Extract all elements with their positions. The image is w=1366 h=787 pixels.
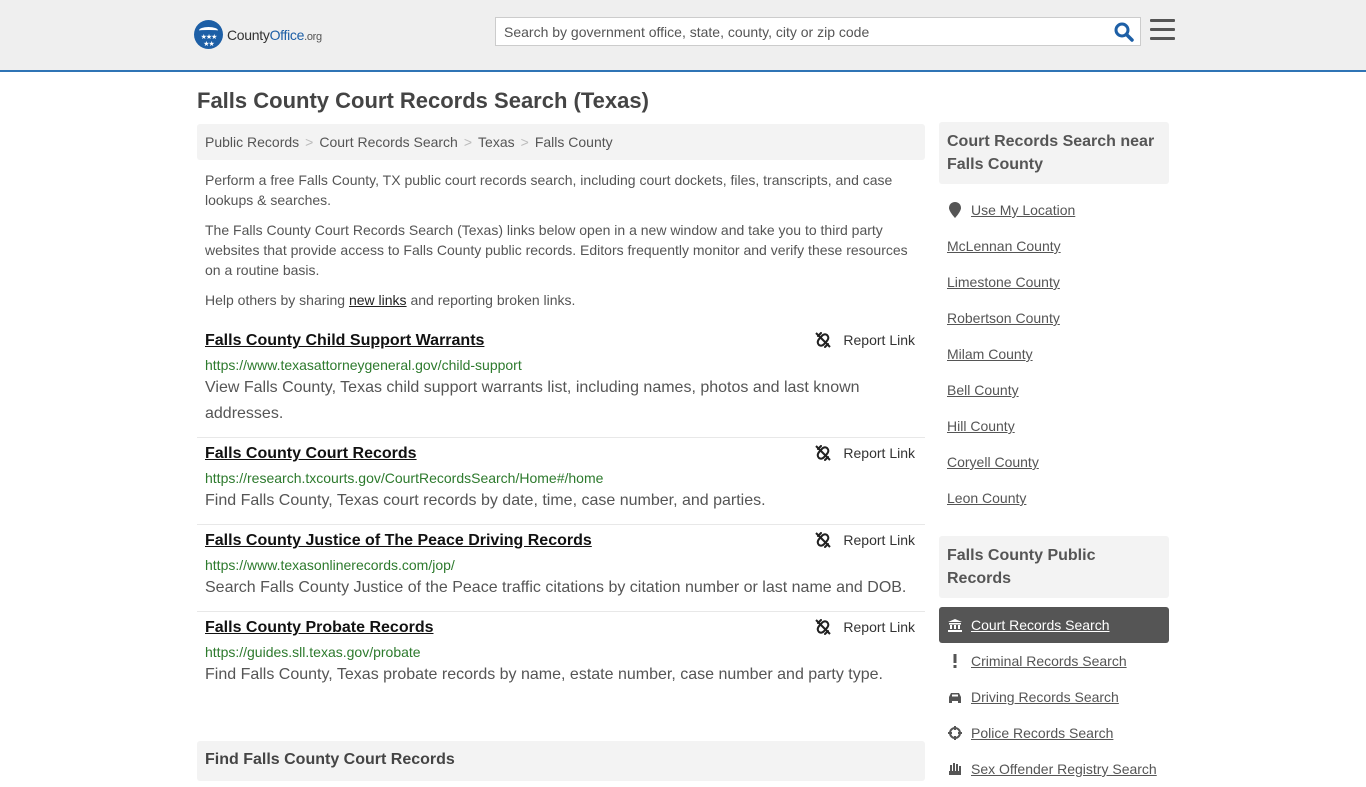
- nearby-list: Use My Location McLennan County Limeston…: [939, 192, 1169, 516]
- nearby-county-item: Limestone County: [939, 264, 1169, 300]
- search-input[interactable]: [496, 18, 1106, 45]
- nearby-county-item: Leon County: [939, 480, 1169, 516]
- results-list: Falls County Child Support Warrants Repo…: [197, 325, 925, 698]
- nearby-county-link[interactable]: Milam County: [947, 346, 1033, 362]
- sidebar-nearby: Court Records Search near Falls County U…: [939, 122, 1169, 516]
- result-title-link[interactable]: Falls County Child Support Warrants: [205, 331, 484, 351]
- hamburger-menu-icon[interactable]: [1150, 19, 1175, 41]
- sidebar-item-criminal-records[interactable]: Criminal Records Search: [939, 643, 1169, 679]
- nearby-county-link[interactable]: Hill County: [947, 418, 1015, 434]
- result-description: Search Falls County Justice of the Peace…: [205, 579, 907, 596]
- result-item: Falls County Child Support Warrants Repo…: [197, 325, 925, 438]
- result-title-link[interactable]: Falls County Court Records: [205, 444, 417, 464]
- nearby-heading: Court Records Search near Falls County: [939, 122, 1169, 184]
- use-my-location-item: Use My Location: [939, 192, 1169, 228]
- logo-eagle-icon: ★★★ ★★: [194, 20, 223, 49]
- top-header: ★★★ ★★ CountyOffice.org: [0, 0, 1366, 72]
- breadcrumb: Public Records > Court Records Search > Texa…: [197, 124, 925, 160]
- breadcrumb-court-records-search[interactable]: Court Records Search: [319, 134, 458, 150]
- public-records-list: Court Records Search Criminal Records Se…: [939, 607, 1169, 787]
- report-link-button[interactable]: Report Link: [815, 532, 915, 548]
- map-marker-icon: [947, 202, 963, 218]
- find-court-records-heading: Find Falls County Court Records: [197, 741, 925, 781]
- intro-paragraph-2: The Falls County Court Records Search (T…: [205, 222, 908, 278]
- result-item: Falls County Court Records Report Link h…: [197, 438, 925, 525]
- result-description: Find Falls County, Texas probate records…: [205, 666, 883, 683]
- breadcrumb-separator: >: [463, 134, 473, 150]
- breadcrumb-public-records[interactable]: Public Records: [205, 134, 299, 150]
- site-logo[interactable]: ★★★ ★★ CountyOffice.org: [194, 20, 322, 49]
- nearby-county-item: Hill County: [939, 408, 1169, 444]
- nearby-county-item: McLennan County: [939, 228, 1169, 264]
- result-url: https://www.texasattorneygeneral.gov/chi…: [205, 357, 522, 373]
- nearby-county-link[interactable]: Leon County: [947, 490, 1026, 506]
- broken-link-icon: [815, 445, 832, 461]
- public-records-heading: Falls County Public Records: [939, 536, 1169, 598]
- sidebar-item-sex-offender-registry[interactable]: Sex Offender Registry Search: [939, 751, 1169, 787]
- intro-text: Perform a free Falls County, TX public c…: [205, 170, 915, 320]
- sidebar-item-court-records[interactable]: Court Records Search: [939, 607, 1169, 643]
- result-url: https://research.txcourts.gov/CourtRecor…: [205, 470, 604, 486]
- intro-paragraph-3: Help others by sharing new links and rep…: [205, 292, 576, 308]
- page-title: Falls County Court Records Search (Texas…: [197, 88, 649, 113]
- nearby-county-item: Robertson County: [939, 300, 1169, 336]
- nearby-county-link[interactable]: Robertson County: [947, 310, 1060, 326]
- sidebar-public-records: Falls County Public Records Court Record…: [939, 536, 1169, 787]
- nearby-county-link[interactable]: Bell County: [947, 382, 1019, 398]
- broken-link-icon: [815, 532, 832, 548]
- logo-text: CountyOffice.org: [227, 26, 322, 43]
- intro-paragraph-1: Perform a free Falls County, TX public c…: [205, 172, 893, 208]
- sidebar-item-driving-records[interactable]: Driving Records Search: [939, 679, 1169, 715]
- result-description: View Falls County, Texas child support w…: [205, 379, 860, 422]
- new-links-link[interactable]: new links: [349, 292, 407, 308]
- report-link-button[interactable]: Report Link: [815, 332, 915, 348]
- nearby-county-item: Milam County: [939, 336, 1169, 372]
- broken-link-icon: [815, 619, 832, 635]
- breadcrumb-separator: >: [520, 134, 529, 150]
- report-link-button[interactable]: Report Link: [815, 445, 915, 461]
- search-box: [495, 17, 1141, 46]
- breadcrumb-texas[interactable]: Texas: [478, 134, 515, 150]
- hand-icon: [947, 762, 963, 776]
- report-link-button[interactable]: Report Link: [815, 619, 915, 635]
- broken-link-icon: [815, 332, 832, 348]
- breadcrumb-falls-county: Falls County: [534, 134, 613, 150]
- sidebar-item-police-records[interactable]: Police Records Search: [939, 715, 1169, 751]
- result-title-link[interactable]: Falls County Probate Records: [205, 618, 434, 638]
- use-my-location-link[interactable]: Use My Location: [971, 202, 1075, 218]
- search-icon[interactable]: [1114, 22, 1134, 42]
- result-item: Falls County Probate Records Report Link…: [197, 612, 925, 698]
- nearby-county-item: Bell County: [939, 372, 1169, 408]
- result-description: Find Falls County, Texas court records b…: [205, 492, 766, 509]
- result-item: Falls County Justice of The Peace Drivin…: [197, 525, 925, 612]
- nearby-county-item: Coryell County: [939, 444, 1169, 480]
- result-title-link[interactable]: Falls County Justice of The Peace Drivin…: [205, 531, 592, 551]
- nearby-county-link[interactable]: Limestone County: [947, 274, 1060, 290]
- courthouse-icon: [947, 618, 963, 632]
- result-url: https://guides.sll.texas.gov/probate: [205, 644, 421, 660]
- nearby-county-link[interactable]: Coryell County: [947, 454, 1039, 470]
- result-url: https://www.texasonlinerecords.com/jop/: [205, 557, 455, 573]
- car-icon: [947, 692, 963, 703]
- breadcrumb-separator: >: [305, 134, 314, 150]
- nearby-county-link[interactable]: McLennan County: [947, 238, 1061, 254]
- crosshair-icon: [947, 726, 963, 740]
- exclamation-icon: [947, 654, 963, 668]
